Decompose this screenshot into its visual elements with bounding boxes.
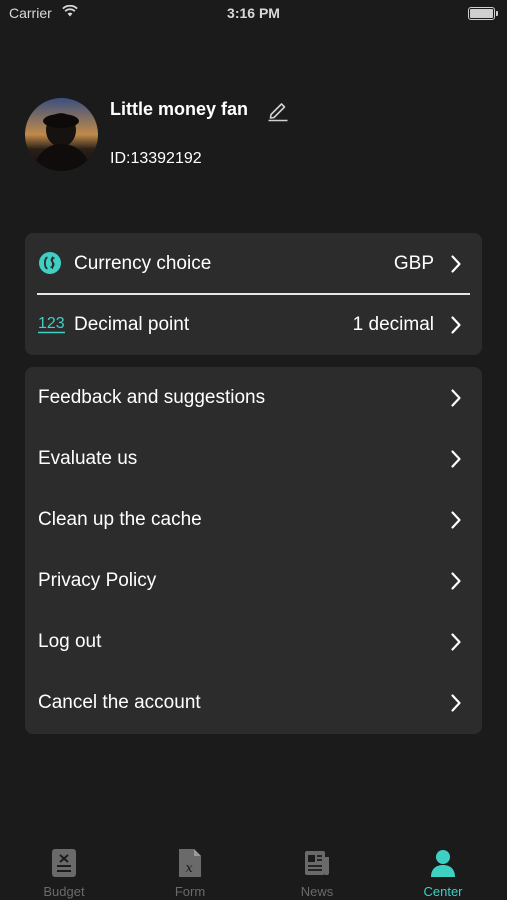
tab-label: Center xyxy=(423,884,463,899)
form-icon: x xyxy=(179,849,201,877)
numbers-icon: 123 xyxy=(38,315,65,334)
budget-icon xyxy=(52,849,76,877)
chevron-right-icon xyxy=(451,694,461,712)
edit-icon[interactable] xyxy=(266,98,290,122)
svg-text:123: 123 xyxy=(38,315,65,332)
chevron-right-icon xyxy=(451,633,461,651)
tab-form[interactable]: x Form xyxy=(127,836,253,900)
chevron-right-icon xyxy=(451,572,461,590)
chevron-right-icon xyxy=(451,389,461,407)
menu-item-label: Clean up the cache xyxy=(38,509,202,530)
menu-item-label: Feedback and suggestions xyxy=(38,387,266,408)
currency-choice-label: Currency choice xyxy=(74,253,212,274)
menu-item-log-out[interactable]: Log out xyxy=(25,611,482,672)
person-icon xyxy=(431,850,455,877)
tab-label: Form xyxy=(174,884,206,899)
decimal-point-row[interactable]: 123 Decimal point 1 decimal xyxy=(25,294,482,355)
menu-item-feedback[interactable]: Feedback and suggestions xyxy=(25,367,482,428)
menu-item-cancel-account[interactable]: Cancel the account xyxy=(25,672,482,733)
chevron-right-icon xyxy=(451,511,461,529)
avatar[interactable] xyxy=(25,98,98,171)
chevron-right-icon xyxy=(451,255,461,273)
chevron-right-icon xyxy=(451,316,461,334)
menu-item-privacy-policy[interactable]: Privacy Policy xyxy=(25,550,482,611)
menu-item-label: Log out xyxy=(38,631,102,652)
menu-item-label: Evaluate us xyxy=(38,448,138,469)
chevron-right-icon xyxy=(451,450,461,468)
menu-item-label: Privacy Policy xyxy=(38,570,157,591)
menu-item-evaluate[interactable]: Evaluate us xyxy=(25,428,482,489)
profile-center-screen: Carrier 3:16 PM Little money fan ID:1339… xyxy=(0,0,507,900)
tab-center[interactable]: Center xyxy=(380,836,506,900)
profile-id: ID:13392192 xyxy=(110,150,202,167)
tab-label: News xyxy=(300,884,334,899)
menu-item-clean-cache[interactable]: Clean up the cache xyxy=(25,489,482,550)
currency-icon xyxy=(39,252,61,274)
menu-item-label: Cancel the account xyxy=(38,692,201,713)
menu-card: Feedback and suggestions Evaluate us Cle… xyxy=(25,367,482,734)
currency-value: GBP xyxy=(393,253,434,274)
tab-news[interactable]: News xyxy=(254,836,380,900)
status-time: 3:16 PM xyxy=(227,5,280,21)
settings-card: Currency choice GBP 123 Decimal point 1 … xyxy=(25,233,482,355)
currency-choice-row[interactable]: Currency choice GBP xyxy=(25,233,482,294)
battery-icon xyxy=(468,7,498,20)
decimal-value: 1 decimal xyxy=(352,314,434,335)
tab-budget[interactable]: Budget xyxy=(1,836,127,900)
news-icon xyxy=(305,851,329,875)
svg-text:x: x xyxy=(186,861,194,876)
tab-bar: Budget x Form News Center xyxy=(0,836,507,900)
profile-name: Little money fan xyxy=(110,99,249,119)
decimal-point-label: Decimal point xyxy=(74,314,190,335)
tab-label: Budget xyxy=(43,884,85,899)
status-bar: Carrier 3:16 PM xyxy=(0,0,507,30)
